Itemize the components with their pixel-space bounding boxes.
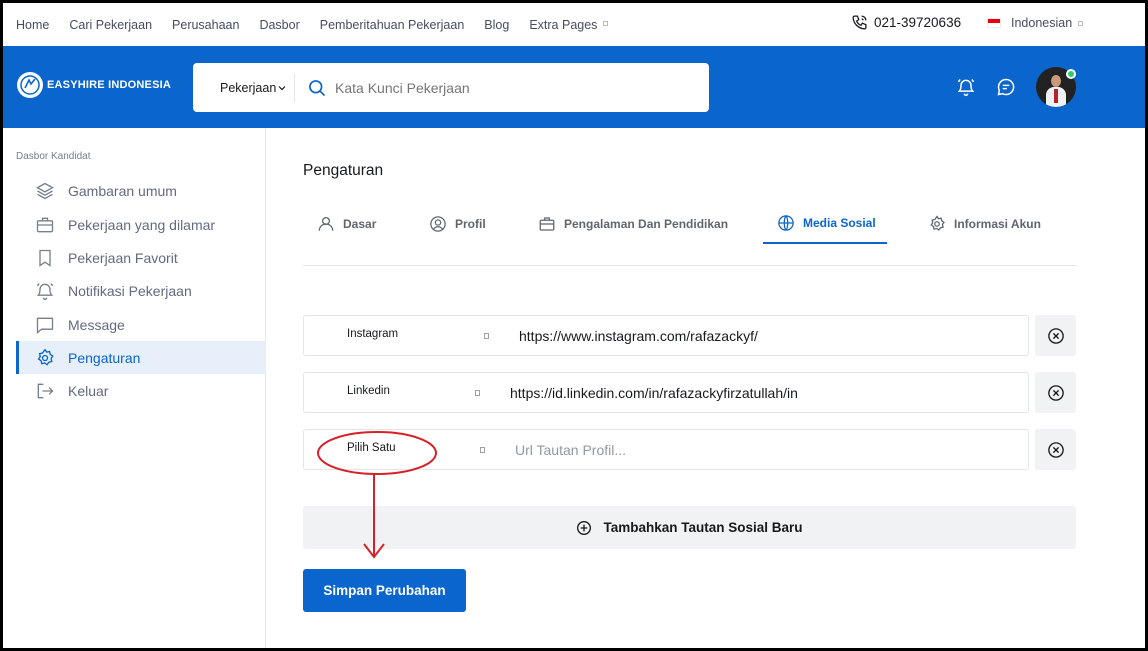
close-circle-icon: [1047, 441, 1064, 458]
dropdown-indicator-icon: [484, 333, 489, 339]
sidebar: Dasbor Kandidat Gambaran umum Pekerjaan …: [3, 128, 266, 648]
language-label: Indonesian: [1011, 16, 1073, 30]
profile-url-input[interactable]: https://www.instagram.com/rafazackyf/: [519, 328, 758, 344]
add-social-link-label: Tambahkan Tautan Sosial Baru: [603, 520, 803, 535]
gear-icon: [930, 214, 945, 231]
sidebar-item-label: Keluar: [68, 382, 109, 399]
nav-link-dasbor[interactable]: Dasbor: [259, 18, 299, 32]
dropdown-indicator-icon: [1078, 20, 1084, 26]
tab-profil[interactable]: Profil: [429, 203, 486, 244]
layers-icon: [36, 182, 54, 199]
dropdown-indicator-icon: [475, 390, 480, 396]
brand-name: EASYHIRE INDONESIA: [47, 79, 172, 91]
bookmark-icon: [39, 249, 51, 267]
top-navigation: Home Cari Pekerjaan Perusahaan Dasbor Pe…: [3, 3, 1145, 46]
chat-icon[interactable]: [996, 77, 1016, 97]
sidebar-item-label: Notifikasi Pekerjaan: [68, 282, 192, 299]
user-icon: [318, 216, 334, 231]
dropdown-indicator-icon: [603, 21, 609, 26]
tab-label: Dasar: [343, 216, 377, 231]
remove-link-button[interactable]: [1035, 429, 1076, 470]
search-icon: [307, 78, 327, 98]
notification-bell-icon[interactable]: [956, 77, 976, 97]
globe-icon: [778, 214, 794, 231]
social-link-row: Linkedin https://id.linkedin.com/in/rafa…: [303, 372, 1029, 413]
online-status-dot: [1066, 69, 1076, 79]
sidebar-item-pengaturan[interactable]: Pengaturan: [16, 341, 266, 374]
close-circle-icon: [1047, 384, 1064, 401]
profile-url-input[interactable]: Url Tautan Profil...: [515, 442, 626, 458]
sidebar-item-label: Pekerjaan yang dilamar: [68, 216, 216, 233]
add-social-link-button[interactable]: Tambahkan Tautan Sosial Baru: [303, 506, 1076, 549]
tab-label: Pengalaman Dan Pendidikan: [564, 216, 729, 231]
sidebar-item-label: Pengaturan: [68, 349, 141, 366]
header-bar: EASYHIRE INDONESIA Pekerjaan: [3, 46, 1145, 128]
tab-media-sosial[interactable]: Media Sosial: [763, 203, 887, 244]
nav-link-home[interactable]: Home: [16, 18, 49, 32]
close-circle-icon: [1047, 327, 1064, 344]
nav-link-pemberitahuan[interactable]: Pemberitahuan Pekerjaan: [320, 18, 465, 32]
platform-select[interactable]: Linkedin: [347, 385, 390, 397]
sidebar-item-pekerjaan-dilamar[interactable]: Pekerjaan yang dilamar: [16, 208, 266, 241]
page-title: Pengaturan: [303, 162, 384, 179]
sidebar-item-message[interactable]: Message: [16, 308, 266, 341]
briefcase-icon: [36, 217, 54, 232]
nav-link-extra-pages[interactable]: Extra Pages: [529, 18, 597, 32]
search-bar: Pekerjaan: [193, 63, 709, 112]
search-category-value: Pekerjaan: [220, 80, 277, 95]
chevron-down-icon: [278, 85, 286, 90]
settings-tabs: Dasar Profil Pengalaman Dan Pendidikan M…: [303, 203, 1077, 266]
search-category-select[interactable]: Pekerjaan: [193, 73, 295, 102]
bell-icon: [36, 282, 54, 300]
sidebar-item-label: Gambaran umum: [68, 182, 177, 199]
gear-icon: [37, 348, 54, 366]
sidebar-item-label: Message: [68, 316, 125, 333]
remove-link-button[interactable]: [1035, 372, 1076, 413]
dropdown-indicator-icon: [480, 447, 485, 453]
sidebar-item-pekerjaan-favorit[interactable]: Pekerjaan Favorit: [16, 241, 266, 274]
sidebar-item-keluar[interactable]: Keluar: [16, 374, 266, 407]
plus-circle-icon: [577, 520, 592, 535]
sidebar-item-gambaran-umum[interactable]: Gambaran umum: [16, 174, 266, 207]
remove-link-button[interactable]: [1035, 315, 1076, 356]
platform-select[interactable]: Instagram: [347, 328, 398, 340]
brand-logo[interactable]: EASYHIRE INDONESIA: [17, 72, 171, 98]
app-window: Home Cari Pekerjaan Perusahaan Dasbor Pe…: [0, 0, 1148, 651]
tab-dasar[interactable]: Dasar: [317, 203, 376, 244]
user-circle-icon: [430, 215, 446, 232]
tab-label: Informasi Akun: [954, 216, 1041, 231]
indonesia-flag-icon: [987, 18, 1001, 28]
social-link-row: Pilih Satu Url Tautan Profil...: [303, 429, 1029, 470]
tab-pengalaman-pendidikan[interactable]: Pengalaman Dan Pendidikan: [538, 203, 728, 244]
profile-url-input[interactable]: https://id.linkedin.com/in/rafazackyfirz…: [510, 385, 798, 401]
nav-link-perusahaan[interactable]: Perusahaan: [172, 18, 239, 32]
logout-icon: [37, 383, 54, 398]
language-selector[interactable]: Indonesian: [987, 16, 1084, 30]
search-input[interactable]: [335, 79, 695, 96]
nav-link-cari-pekerjaan[interactable]: Cari Pekerjaan: [69, 18, 152, 32]
tab-label: Profil: [455, 216, 486, 231]
sidebar-item-label: Pekerjaan Favorit: [68, 249, 178, 266]
phone-number: 021-39720636: [874, 15, 962, 30]
message-icon: [36, 317, 54, 334]
social-link-row: Instagram https://www.instagram.com/rafa…: [303, 315, 1029, 356]
phone-contact[interactable]: 021-39720636: [851, 14, 961, 31]
tab-label: Media Sosial: [803, 215, 876, 230]
save-changes-button[interactable]: Simpan Perubahan: [303, 569, 466, 612]
sidebar-caption: Dasbor Kandidat: [16, 151, 91, 162]
nav-link-blog[interactable]: Blog: [484, 18, 509, 32]
tab-informasi-akun[interactable]: Informasi Akun: [928, 203, 1041, 244]
sidebar-item-notifikasi[interactable]: Notifikasi Pekerjaan: [16, 274, 266, 307]
briefcase-icon: [539, 216, 555, 231]
phone-icon: [852, 15, 867, 30]
platform-select[interactable]: Pilih Satu: [347, 442, 396, 454]
logo-icon: [17, 72, 43, 98]
